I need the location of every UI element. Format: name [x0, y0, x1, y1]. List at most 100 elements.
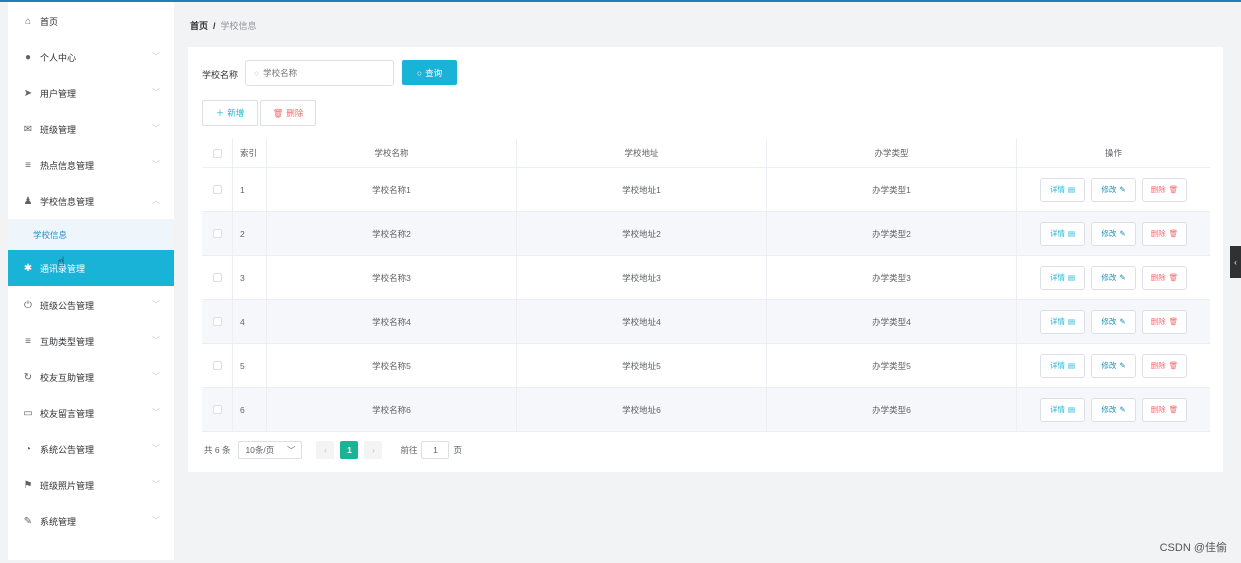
- row-address: 学校地址5: [517, 344, 767, 387]
- add-button[interactable]: ＋ 新增: [202, 100, 258, 126]
- sidebar-item-label: 校友互助管理: [40, 372, 95, 383]
- pencil-icon: ✎: [1119, 273, 1126, 282]
- row-ops: 详情 ▤ 修改 ✎ 删除 🗑: [1017, 168, 1210, 211]
- row-checkbox[interactable]: [212, 229, 222, 238]
- power-icon: ⏻: [24, 299, 32, 311]
- detail-button[interactable]: 详情 ▤: [1040, 353, 1085, 378]
- edit-button[interactable]: 修改 ✎: [1091, 221, 1136, 246]
- sidebar-item-classes[interactable]: ✉ 班级管理 ﹀: [8, 111, 174, 147]
- collapse-handle[interactable]: ‹: [1230, 246, 1241, 278]
- delete-button[interactable]: 删除 🗑: [1142, 397, 1187, 422]
- sidebar-item-alumni-messages[interactable]: ▭ 校友留言管理 ﹀: [8, 395, 174, 431]
- chevron-down-icon: ﹀: [152, 52, 160, 61]
- next-page-button[interactable]: ›: [364, 441, 383, 459]
- chevron-down-icon: ﹀: [152, 160, 160, 169]
- search-input[interactable]: [263, 68, 384, 78]
- sidebar-item-hot-info[interactable]: ≡ 热点信息管理 ﹀: [8, 147, 174, 183]
- edit-button[interactable]: 修改 ✎: [1091, 353, 1136, 378]
- sidebar-item-school-info-mgmt[interactable]: ♟ 学校信息管理 ︿: [8, 183, 174, 219]
- row-checkbox[interactable]: [212, 273, 222, 282]
- edit-button[interactable]: 修改 ✎: [1091, 177, 1136, 202]
- sidebar-item-profile[interactable]: ● 个人中心 ﹀: [8, 39, 174, 75]
- bulk-delete-button[interactable]: 🗑 删除: [260, 100, 316, 126]
- row-address: 学校地址3: [517, 256, 767, 299]
- delete-button[interactable]: 删除 🗑: [1142, 309, 1187, 334]
- delete-button[interactable]: 删除 🗑: [1142, 177, 1187, 202]
- edit-button[interactable]: 修改 ✎: [1091, 265, 1136, 290]
- sidebar-item-label: 班级公告管理: [40, 300, 95, 311]
- goto-page-input[interactable]: 1: [421, 441, 450, 459]
- delete-button-label: 删除: [1150, 317, 1166, 326]
- row-ops: 详情 ▤ 修改 ✎ 删除 🗑: [1017, 300, 1210, 343]
- delete-button[interactable]: 删除 🗑: [1142, 353, 1187, 378]
- chevron-up-icon: ︿: [152, 196, 160, 205]
- detail-button-label: 详情: [1049, 317, 1065, 326]
- document-icon: ▤: [1067, 317, 1076, 326]
- detail-button[interactable]: 详情 ▤: [1040, 397, 1085, 422]
- detail-button[interactable]: 详情 ▤: [1040, 265, 1085, 290]
- sidebar-item-class-photos[interactable]: ⚑ 班级照片管理 ﹀: [8, 467, 174, 503]
- send-icon: ➤: [23, 87, 33, 99]
- row-select-cell: [202, 344, 233, 387]
- detail-button[interactable]: 详情 ▤: [1040, 177, 1085, 202]
- pencil-icon: ✎: [1119, 361, 1126, 370]
- delete-button[interactable]: 删除 🗑: [1142, 265, 1187, 290]
- person-icon: ♟: [23, 195, 33, 207]
- sidebar-item-label: 系统管理: [40, 516, 77, 527]
- table-row: 2 学校名称2 学校地址2 办学类型2 详情 ▤ 修改 ✎ 删除 🗑: [202, 212, 1210, 256]
- row-index: 4: [233, 300, 267, 343]
- sidebar-item-users[interactable]: ➤ 用户管理 ﹀: [8, 75, 174, 111]
- row-checkbox[interactable]: [212, 405, 222, 414]
- sidebar-item-label: 用户管理: [40, 88, 77, 99]
- main-panel: 学校名称 ○ ○ 查询 ＋ 新增 🗑 删除 索引 学校名称 学校地址 办学类型 …: [188, 47, 1223, 472]
- prev-page-button[interactable]: ‹: [316, 441, 335, 459]
- user-icon: ●: [24, 51, 32, 63]
- chevron-down-icon: ﹀: [152, 480, 160, 489]
- detail-button[interactable]: 详情 ▤: [1040, 221, 1085, 246]
- query-button-label: 查询: [425, 67, 443, 78]
- delete-button-label: 删除: [1150, 405, 1166, 414]
- gear-icon: ✱: [23, 262, 33, 274]
- sidebar: ⌂ 首页 ● 个人中心 ﹀ ➤ 用户管理 ﹀ ✉ 班级管理 ﹀ ≡ 热点信息管理…: [8, 2, 174, 560]
- sidebar-item-label: 班级照片管理: [40, 480, 95, 491]
- row-checkbox[interactable]: [212, 361, 222, 370]
- page-size-value: 10条/页: [245, 445, 275, 455]
- sidebar-item-class-notice[interactable]: ⏻ 班级公告管理 ﹀: [8, 287, 174, 323]
- row-index: 3: [233, 256, 267, 299]
- mail-icon: ✉: [23, 123, 33, 135]
- document-icon: ▤: [1067, 273, 1076, 282]
- chevron-down-icon: ﹀: [152, 336, 160, 345]
- row-checkbox[interactable]: [212, 317, 222, 326]
- edit-button[interactable]: 修改 ✎: [1091, 309, 1136, 334]
- page-size-select[interactable]: 10条/页 ﹀: [238, 441, 303, 459]
- query-button[interactable]: ○ 查询: [402, 60, 457, 85]
- delete-button-label: 删除: [286, 108, 304, 118]
- detail-button-label: 详情: [1049, 273, 1065, 282]
- edit-button[interactable]: 修改 ✎: [1091, 397, 1136, 422]
- chevron-right-icon: ›: [372, 445, 375, 455]
- sidebar-item-home[interactable]: ⌂ 首页: [8, 3, 174, 39]
- breadcrumb: 首页 / 学校信息: [190, 19, 257, 32]
- chevron-left-icon: ‹: [1234, 257, 1237, 267]
- sidebar-item-contacts[interactable]: ✱ 通讯录管理: [8, 250, 174, 286]
- detail-button-label: 详情: [1049, 405, 1065, 414]
- search-field[interactable]: ○: [245, 60, 394, 86]
- chevron-down-icon: ﹀: [152, 444, 160, 453]
- row-type: 办学类型5: [767, 344, 1017, 387]
- sidebar-item-system-notice[interactable]: ◔ 系统公告管理 ﹀: [8, 431, 174, 467]
- sidebar-item-alumni-help[interactable]: ↻ 校友互助管理 ﹀: [8, 359, 174, 395]
- page-number-current[interactable]: 1: [340, 441, 359, 459]
- filter-label: 学校名称: [202, 70, 239, 80]
- plus-icon: ＋: [215, 108, 225, 118]
- detail-button[interactable]: 详情 ▤: [1040, 309, 1085, 334]
- sidebar-subitem-school-info[interactable]: 学校信息: [8, 219, 174, 251]
- sidebar-item-help-types[interactable]: ≡ 互助类型管理 ﹀: [8, 323, 174, 359]
- breadcrumb-home[interactable]: 首页: [190, 19, 208, 32]
- select-all-checkbox[interactable]: [212, 148, 222, 158]
- delete-button[interactable]: 删除 🗑: [1142, 221, 1187, 246]
- sidebar-item-label: 校友留言管理: [40, 408, 95, 419]
- row-index: 1: [233, 168, 267, 211]
- sidebar-item-system[interactable]: ✎ 系统管理 ﹀: [8, 503, 174, 539]
- document-icon: ▤: [1067, 185, 1076, 194]
- row-checkbox[interactable]: [212, 185, 222, 194]
